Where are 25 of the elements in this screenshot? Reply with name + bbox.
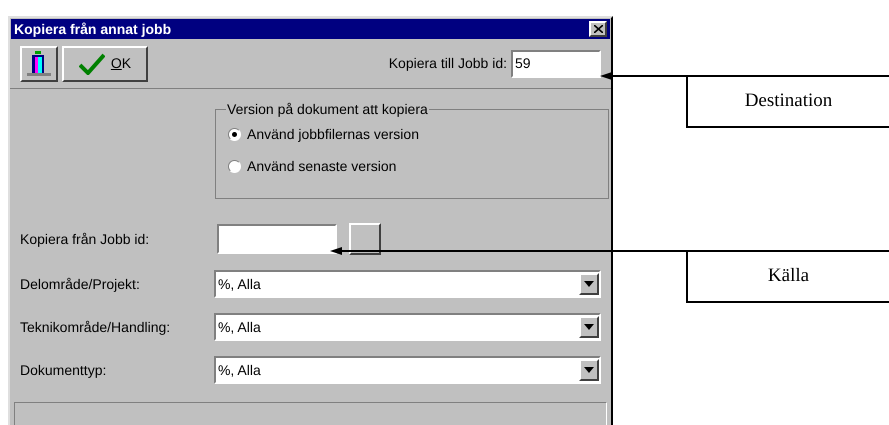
filter-label: Dokumenttyp: (20, 360, 108, 380)
checkmark-icon (78, 52, 105, 74)
source-field[interactable] (217, 224, 337, 254)
source-label: Kopiera från Jobb id: (20, 230, 150, 249)
callout-box: Destination (686, 76, 889, 128)
close-icon (594, 25, 602, 33)
filter-label: Teknikområde/Handling: (20, 318, 172, 337)
filter-dropdown[interactable]: %, Alla (214, 270, 601, 298)
window-title: Kopiera från annat jobb (14, 20, 172, 39)
radio-button[interactable] (228, 128, 241, 140)
radio-option[interactable]: Använd senaste version (228, 156, 596, 176)
radio-button[interactable] (228, 160, 241, 172)
filter-dropdown[interactable]: %, Alla (214, 313, 601, 341)
browse-button[interactable] (349, 223, 381, 255)
close-button[interactable] (589, 21, 607, 37)
destination-field[interactable]: 59 (511, 50, 601, 78)
ok-button[interactable]: OK (62, 46, 148, 82)
filter-dropdown[interactable]: %, Alla (214, 356, 601, 384)
exit-button[interactable] (20, 46, 58, 82)
destination-label: Kopiera till Jobb id: (388, 54, 507, 73)
group-title: Version på dokument att kopiera (226, 101, 429, 117)
callout-box: Källa (686, 251, 889, 303)
filter-label: Delområde/Projekt: (20, 274, 141, 294)
radio-option[interactable]: Använd jobbfilernas version (228, 124, 596, 144)
door-icon (27, 50, 51, 76)
